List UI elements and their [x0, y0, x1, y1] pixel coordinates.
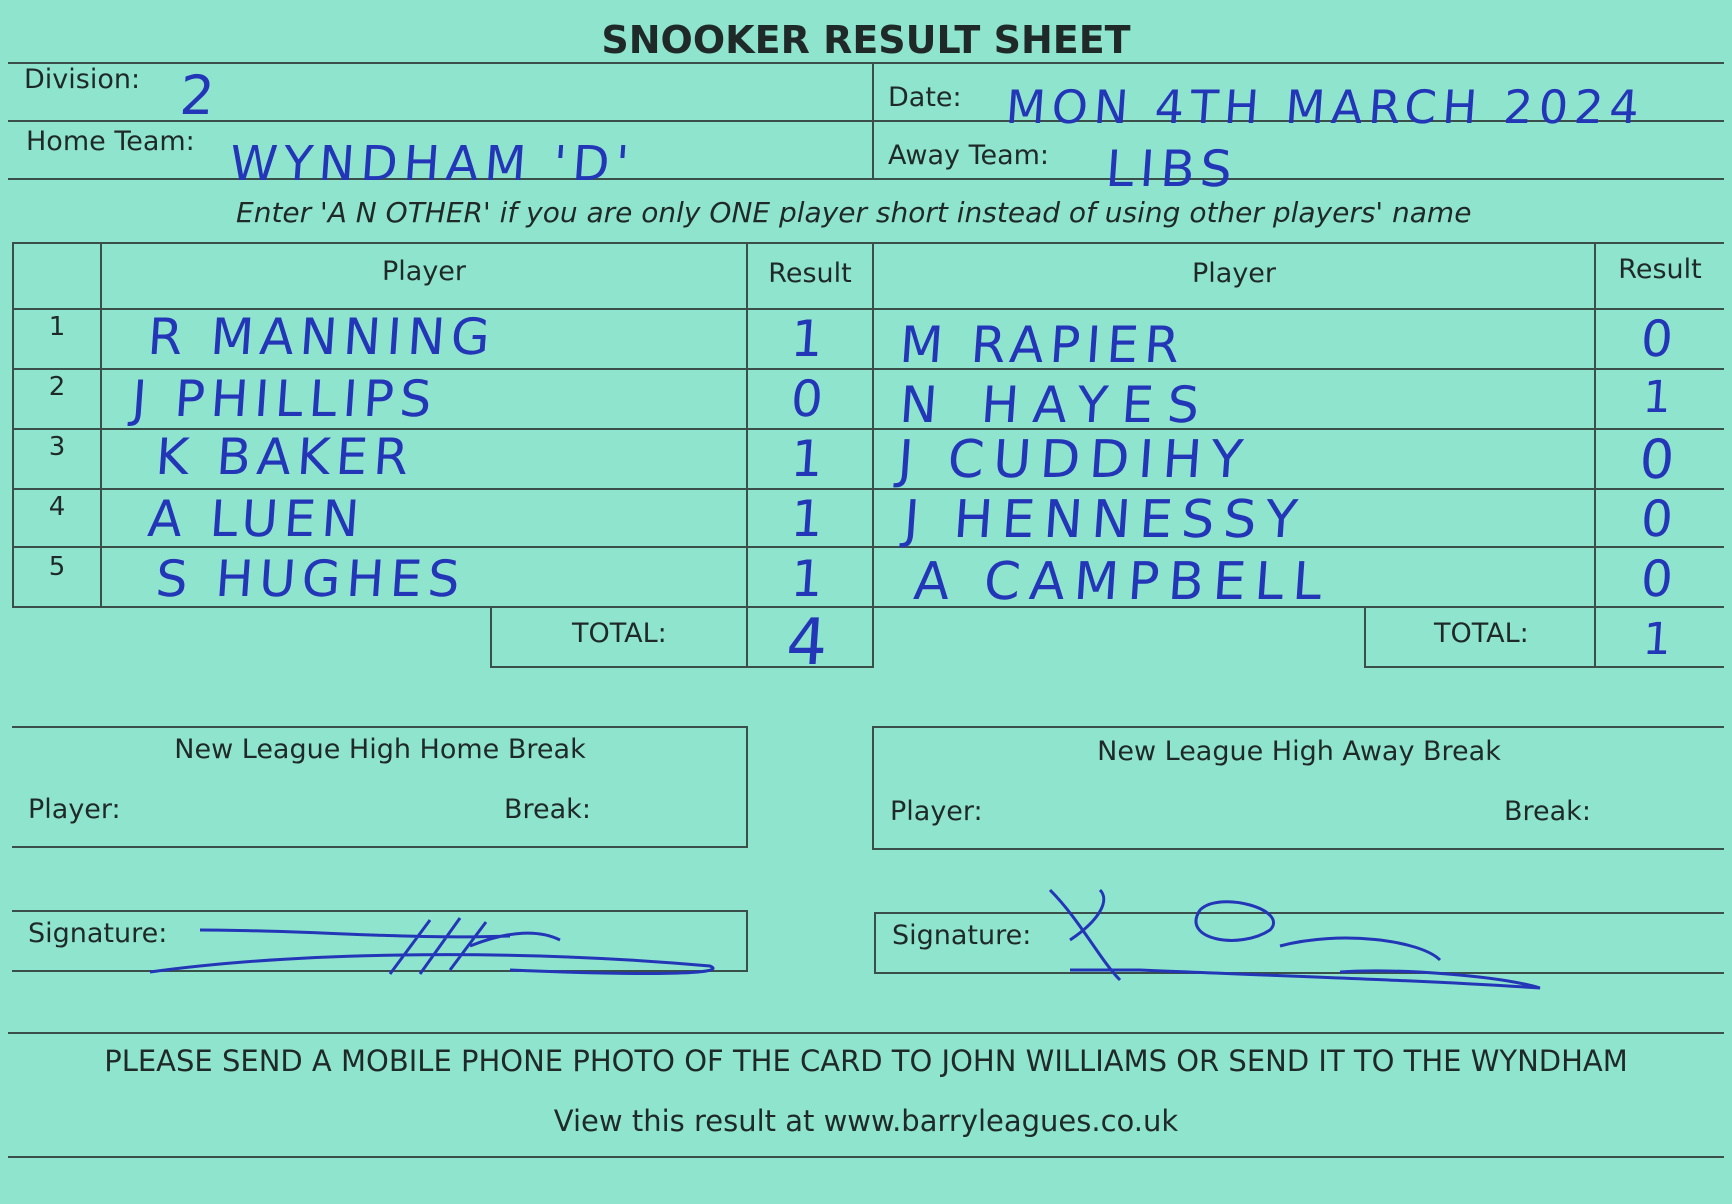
- home-break-break-label: Break:: [504, 794, 591, 825]
- away-break-title: New League High Away Break: [1097, 736, 1501, 767]
- away-player-name: A CAMPBELL: [911, 552, 1333, 612]
- home-result: 1: [789, 550, 831, 608]
- away-result: 0: [1639, 490, 1681, 548]
- row-number: 1: [48, 312, 66, 342]
- divider: [8, 62, 1724, 64]
- away-player-name: M RAPIER: [897, 316, 1188, 374]
- divider: [1364, 606, 1366, 668]
- home-total-value: 4: [784, 606, 836, 680]
- divider: [872, 242, 874, 668]
- away-total-value: 1: [1641, 614, 1679, 665]
- divider: [490, 606, 492, 668]
- divider: [872, 848, 1724, 850]
- result-sheet: SNOOKER RESULT SHEET Division: 2 Date: M…: [0, 0, 1732, 1204]
- divider: [872, 62, 874, 178]
- home-result: 1: [789, 490, 831, 548]
- home-result: 1: [789, 310, 831, 368]
- divider: [8, 1032, 1724, 1034]
- divider: [1364, 666, 1724, 668]
- home-break-title: New League High Home Break: [174, 734, 586, 765]
- home-signature: [149, 917, 715, 975]
- away-break-player-label: Player:: [890, 796, 983, 827]
- away-player-name: J HENNESSY: [901, 490, 1309, 550]
- divider: [12, 726, 748, 728]
- divider: [100, 242, 102, 606]
- away-signature-label: Signature:: [892, 920, 1032, 951]
- divider: [746, 910, 748, 972]
- home-total-label: TOTAL:: [572, 618, 667, 649]
- division-value: 2: [177, 64, 223, 127]
- home-player-name: S HUGHES: [153, 550, 468, 608]
- row-number: 4: [48, 492, 66, 522]
- row-number: 2: [48, 372, 66, 402]
- away-result: 1: [1641, 372, 1679, 423]
- divider: [12, 242, 1724, 244]
- footer-notice: PLEASE SEND A MOBILE PHONE PHOTO OF THE …: [104, 1044, 1628, 1078]
- date-value: MON 4TH MARCH 2024: [1004, 80, 1647, 134]
- footer-website: View this result at www.barryleagues.co.…: [553, 1104, 1179, 1138]
- home-player-header: Player: [381, 256, 467, 287]
- away-result-header: Result: [1618, 254, 1702, 285]
- away-break-break-label: Break:: [1504, 796, 1591, 827]
- away-team-value: LIBS: [1103, 140, 1240, 198]
- home-result: 1: [789, 430, 831, 488]
- away-player-name: N HAYES: [897, 376, 1216, 434]
- instruction-text: Enter 'A N OTHER' if you are only ONE pl…: [236, 196, 1472, 229]
- divider: [8, 1156, 1724, 1158]
- away-total-label: TOTAL:: [1434, 618, 1529, 649]
- away-result: 0: [1637, 428, 1683, 491]
- away-result: 0: [1639, 310, 1681, 368]
- away-team-label: Away Team:: [888, 140, 1050, 171]
- away-signature: [1048, 888, 1541, 990]
- away-result: 0: [1639, 550, 1681, 608]
- date-label: Date:: [888, 82, 962, 113]
- sheet-title: SNOOKER RESULT SHEET: [601, 18, 1131, 62]
- home-team-label: Home Team:: [26, 126, 195, 157]
- row-number: 5: [48, 552, 66, 582]
- home-player-name: A LUEN: [145, 490, 368, 548]
- away-player-name: J CUDDIHY: [895, 430, 1254, 490]
- divider: [12, 846, 748, 848]
- home-team-value: WYNDHAM 'D': [228, 136, 637, 192]
- home-result: 0: [789, 370, 831, 428]
- divider: [872, 726, 1724, 728]
- home-result-header: Result: [768, 258, 852, 289]
- divider: [874, 912, 876, 974]
- division-label: Division:: [24, 64, 141, 95]
- home-player-name: R MANNING: [145, 308, 498, 366]
- row-number: 3: [48, 432, 66, 462]
- home-player-name: K BAKER: [153, 428, 417, 486]
- away-player-header: Player: [1191, 258, 1277, 289]
- home-break-player-label: Player:: [28, 794, 121, 825]
- home-player-name: J PHILLIPS: [129, 370, 440, 428]
